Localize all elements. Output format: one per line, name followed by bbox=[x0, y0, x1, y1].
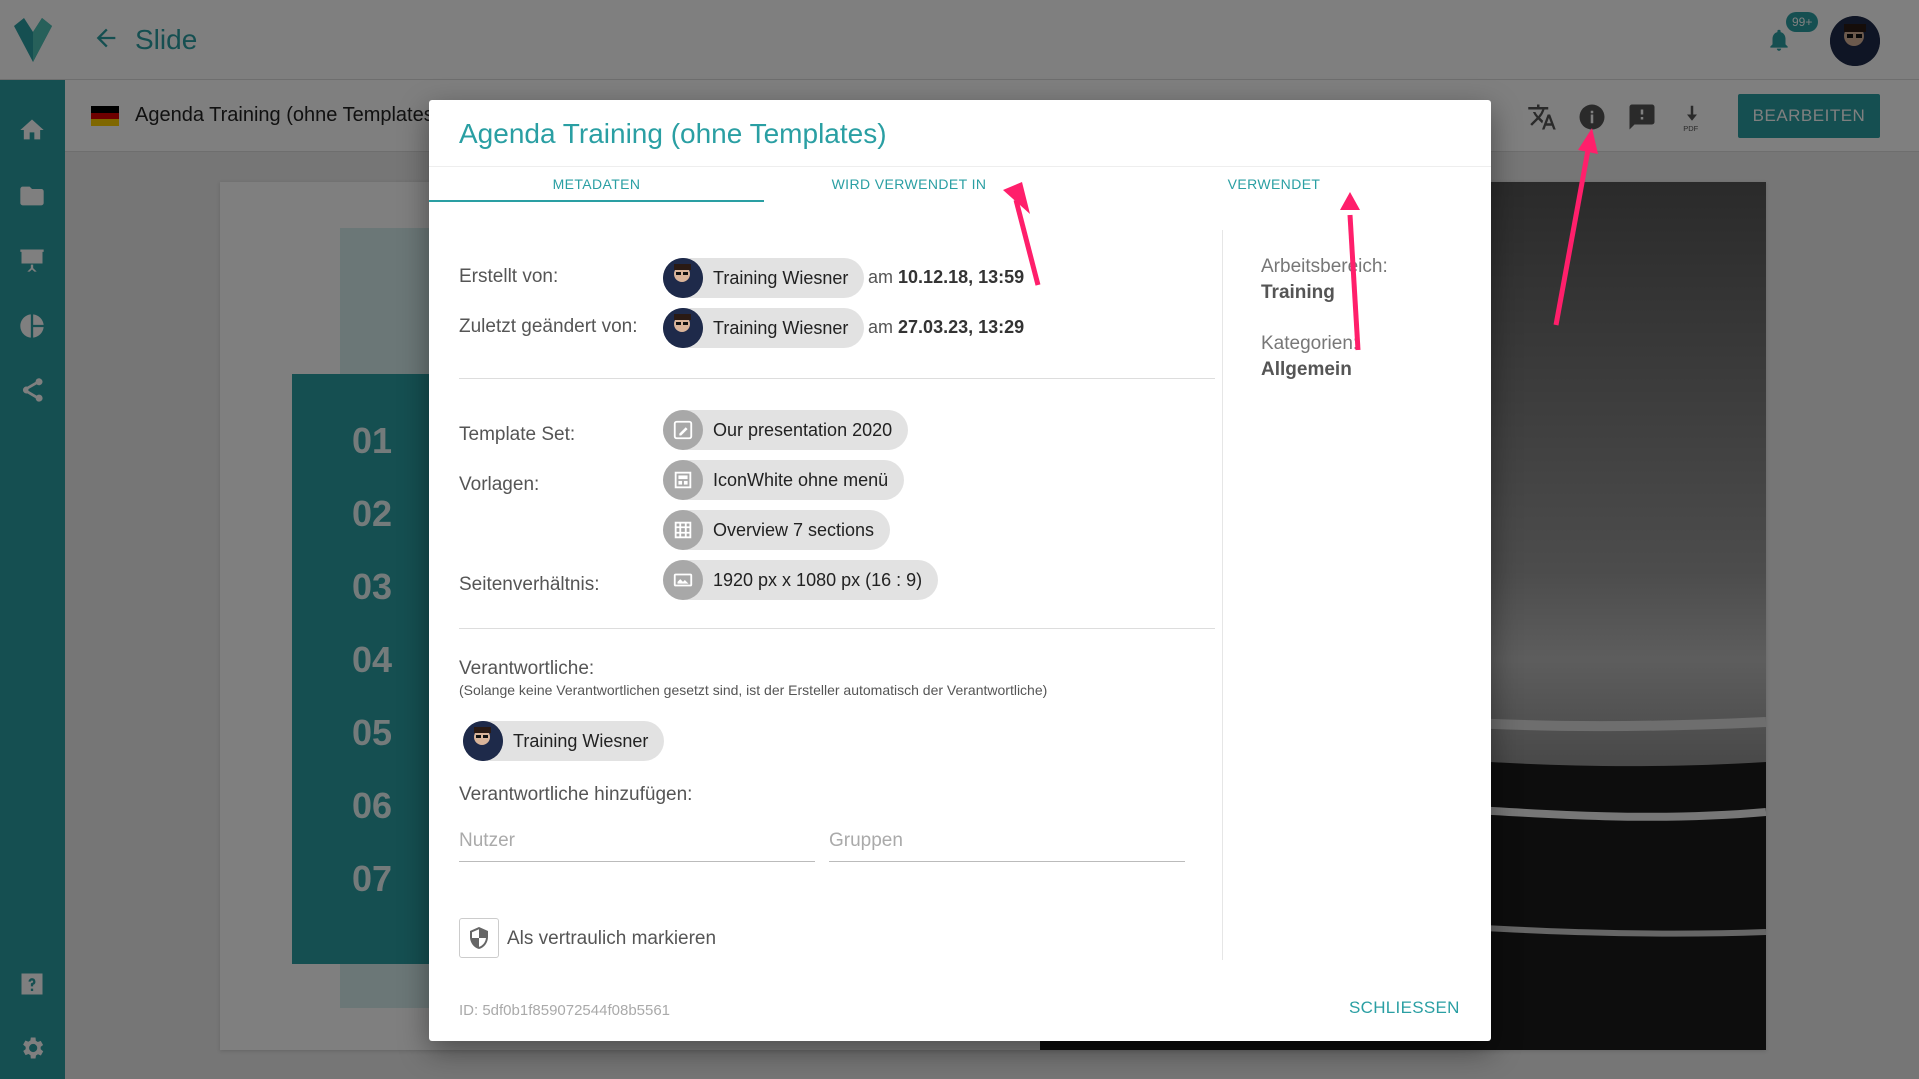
column-divider bbox=[1222, 230, 1223, 960]
close-button[interactable]: SCHLIESSEN bbox=[1349, 998, 1460, 1018]
created-by-label: Erstellt von: bbox=[459, 266, 559, 287]
section-divider bbox=[459, 378, 1215, 379]
responsible-label: Verantwortliche: bbox=[459, 658, 595, 679]
user-chip[interactable]: Training Wiesner bbox=[663, 308, 865, 348]
modified-by-label: Zuletzt geändert von: bbox=[459, 316, 638, 337]
responsible-note: (Solange keine Verantwortlichen gesetzt … bbox=[459, 682, 1048, 698]
user-chip[interactable]: Training Wiesner bbox=[663, 258, 865, 298]
user-search-input[interactable]: Nutzer bbox=[459, 826, 815, 862]
section-divider bbox=[459, 628, 1215, 629]
template-set-label: Template Set: bbox=[459, 424, 576, 445]
tab-metadaten[interactable]: METADATEN bbox=[429, 176, 764, 192]
template-name: Overview 7 sections bbox=[713, 519, 875, 540]
group-search-input[interactable]: Gruppen bbox=[829, 826, 1185, 862]
template-icon bbox=[663, 510, 703, 550]
tab-wird-verwendet-in[interactable]: WIRD VERWENDET IN bbox=[764, 176, 1054, 192]
tabs-divider bbox=[429, 166, 1491, 167]
category-value: Allgemein bbox=[1261, 359, 1352, 380]
user-name: Training Wiesner bbox=[713, 317, 849, 338]
document-id: ID: 5df0b1f859072544f08b5561 bbox=[459, 1002, 671, 1019]
confidential-label: Als vertraulich markieren bbox=[507, 928, 717, 949]
template-set-name: Our presentation 2020 bbox=[713, 419, 893, 440]
avatar bbox=[663, 308, 703, 348]
active-tab-indicator bbox=[429, 200, 764, 202]
user-name: Training Wiesner bbox=[713, 267, 849, 288]
created-date: am 10.12.18, 13:59 bbox=[868, 267, 1025, 287]
category-label: Kategorien: bbox=[1261, 333, 1359, 354]
tab-verwendet[interactable]: VERWENDET bbox=[1109, 176, 1439, 192]
avatar bbox=[463, 721, 503, 761]
confidential-checkbox[interactable] bbox=[459, 918, 499, 958]
add-responsible-label: Verantwortliche hinzufügen: bbox=[459, 784, 693, 805]
template-set-icon bbox=[663, 410, 703, 450]
workspace-label: Arbeitsbereich: bbox=[1261, 256, 1388, 277]
templates-label: Vorlagen: bbox=[459, 474, 540, 495]
aspect-ratio-icon bbox=[663, 560, 703, 600]
template-name: IconWhite ohne menü bbox=[713, 469, 889, 490]
user-name: Training Wiesner bbox=[513, 730, 649, 751]
shield-icon bbox=[470, 927, 488, 949]
avatar bbox=[663, 258, 703, 298]
modified-date: am 27.03.23, 13:29 bbox=[868, 317, 1025, 337]
aspect-ratio-chip: 1920 px x 1080 px (16 : 9) bbox=[663, 560, 939, 600]
template-chip[interactable]: Overview 7 sections bbox=[663, 510, 891, 550]
aspect-ratio-label: Seitenverhältnis: bbox=[459, 574, 600, 595]
dialog-title: Agenda Training (ohne Templates) bbox=[459, 118, 887, 149]
metadata-dialog: Agenda Training (ohne Templates) METADAT… bbox=[429, 100, 1491, 1041]
workspace-value: Training bbox=[1261, 282, 1335, 303]
template-icon bbox=[663, 460, 703, 500]
template-set-chip[interactable]: Our presentation 2020 bbox=[663, 410, 909, 450]
template-chip[interactable]: IconWhite ohne menü bbox=[663, 460, 905, 500]
aspect-ratio-value: 1920 px x 1080 px (16 : 9) bbox=[713, 569, 923, 590]
user-chip[interactable]: Training Wiesner bbox=[463, 721, 665, 761]
